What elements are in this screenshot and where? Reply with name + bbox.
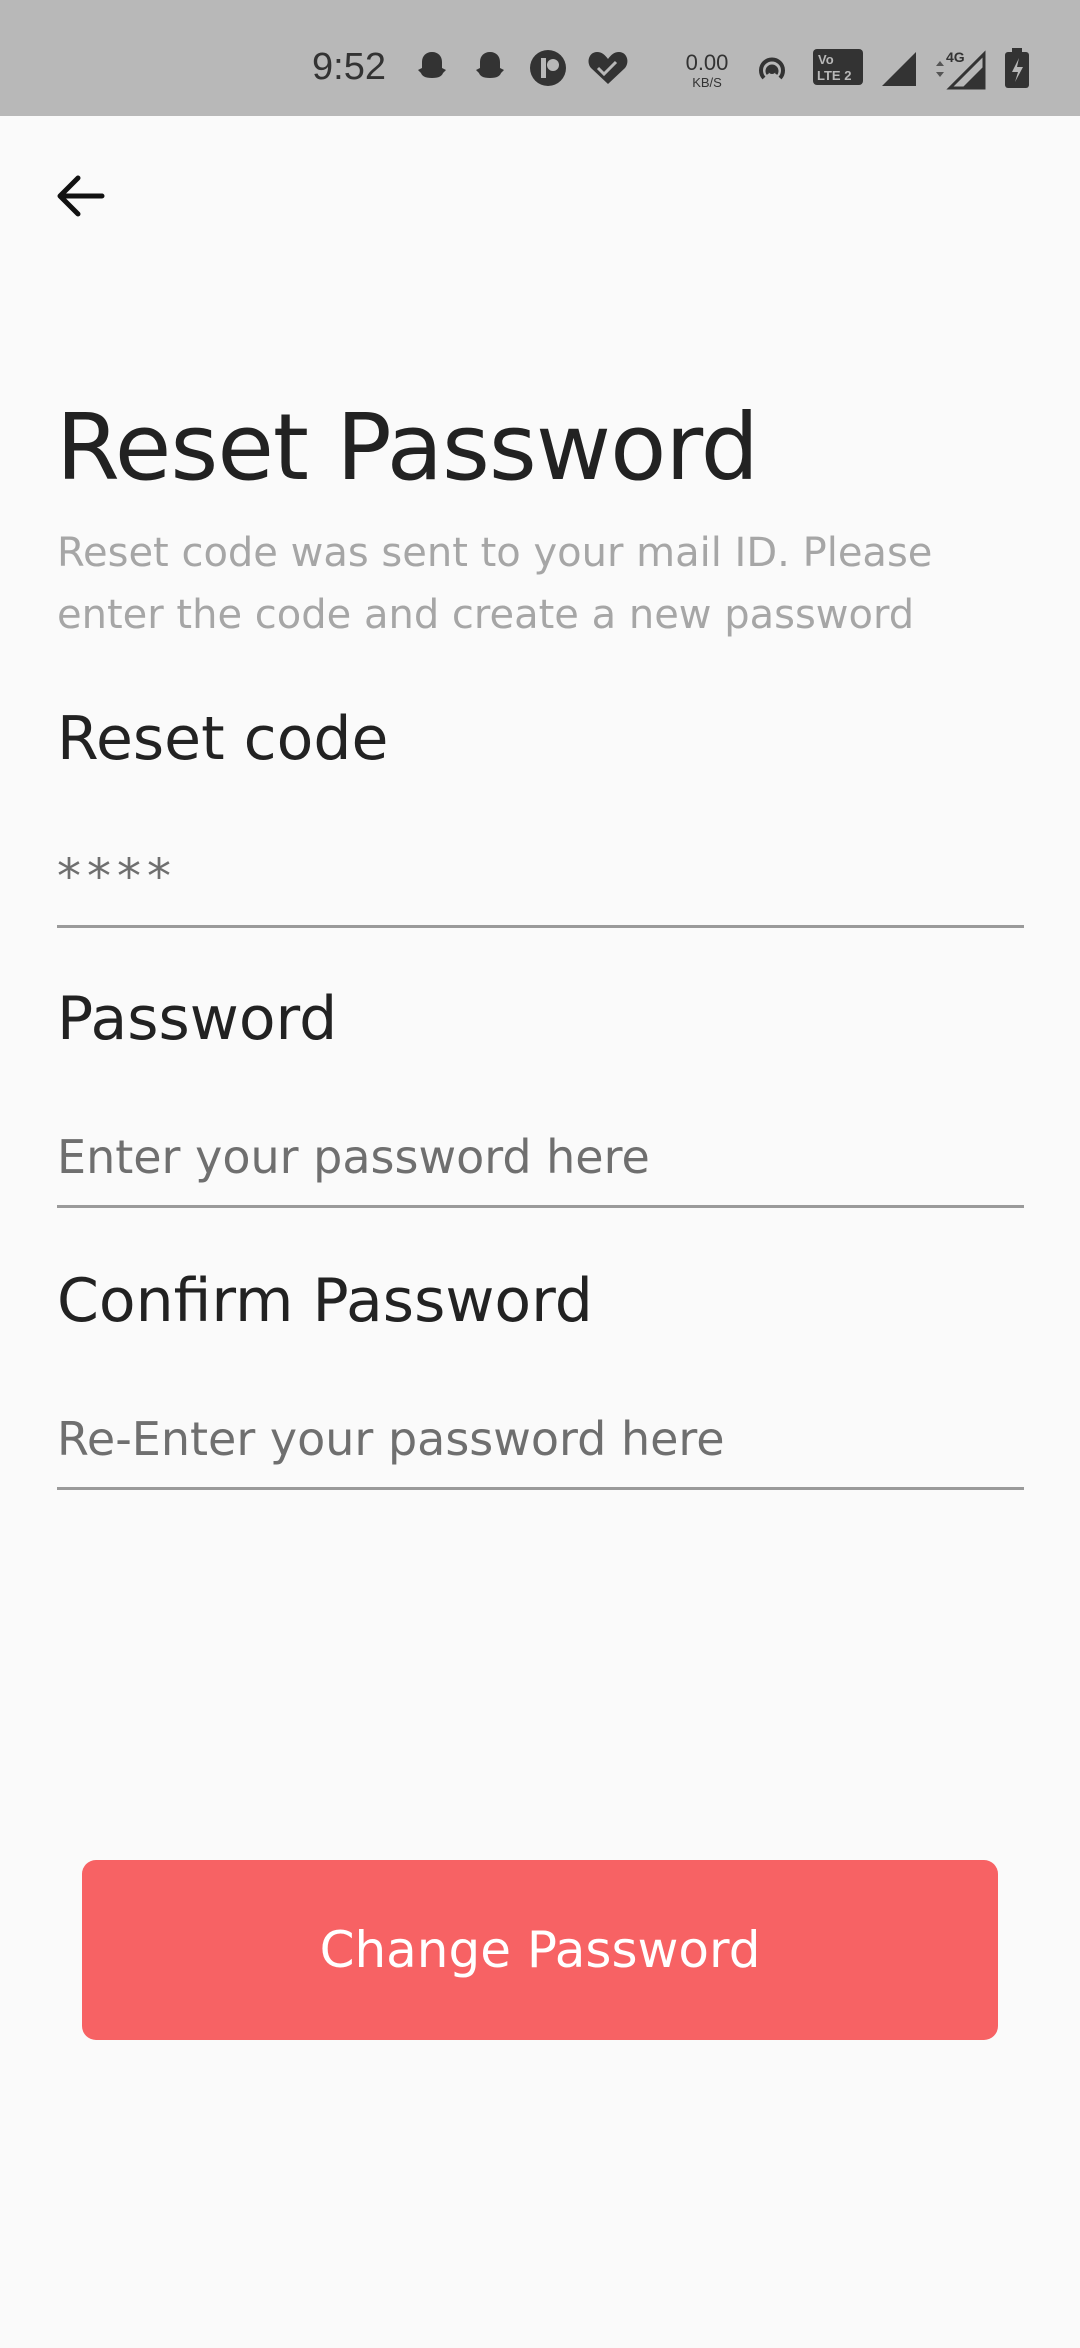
battery-charging-icon [1004, 48, 1030, 94]
volte-icon: Vo LTE 2 [812, 48, 864, 90]
change-password-button-label: Change Password [319, 1921, 761, 1979]
confirm-password-input[interactable] [57, 1390, 1024, 1490]
network-type: 4G [946, 49, 965, 65]
network-speed-unit: KB/S [692, 75, 722, 90]
page-subtitle: Reset code was sent to your mail ID. Ple… [57, 530, 933, 638]
password-input[interactable] [57, 1108, 1024, 1208]
volte-label-top: Vo [818, 52, 834, 67]
app-icon [528, 48, 568, 92]
back-button[interactable] [50, 168, 110, 228]
hotspot-icon [752, 48, 792, 92]
status-bar: 9:52 0.00 KB/S Vo LTE 2 4G [0, 0, 1080, 116]
status-time: 9:52 [312, 46, 386, 88]
arrow-left-icon [50, 175, 110, 232]
signal-4g-icon: 4G [930, 48, 986, 94]
signal-icon [880, 48, 920, 92]
network-speed-value: 0.00 [685, 50, 729, 75]
volte-label-bottom: LTE 2 [817, 68, 851, 83]
confirm-password-label: Confirm Password [57, 1266, 593, 1336]
snapchat-icon [412, 48, 452, 92]
heart-icon [586, 48, 630, 92]
snapchat-icon [470, 48, 510, 92]
network-speed: 0.00 KB/S [682, 50, 732, 90]
change-password-button[interactable]: Change Password [82, 1860, 998, 2040]
reset-code-input[interactable] [57, 828, 1024, 928]
reset-code-label: Reset code [57, 704, 389, 774]
page-title: Reset Password [56, 394, 759, 501]
password-label: Password [57, 984, 338, 1054]
